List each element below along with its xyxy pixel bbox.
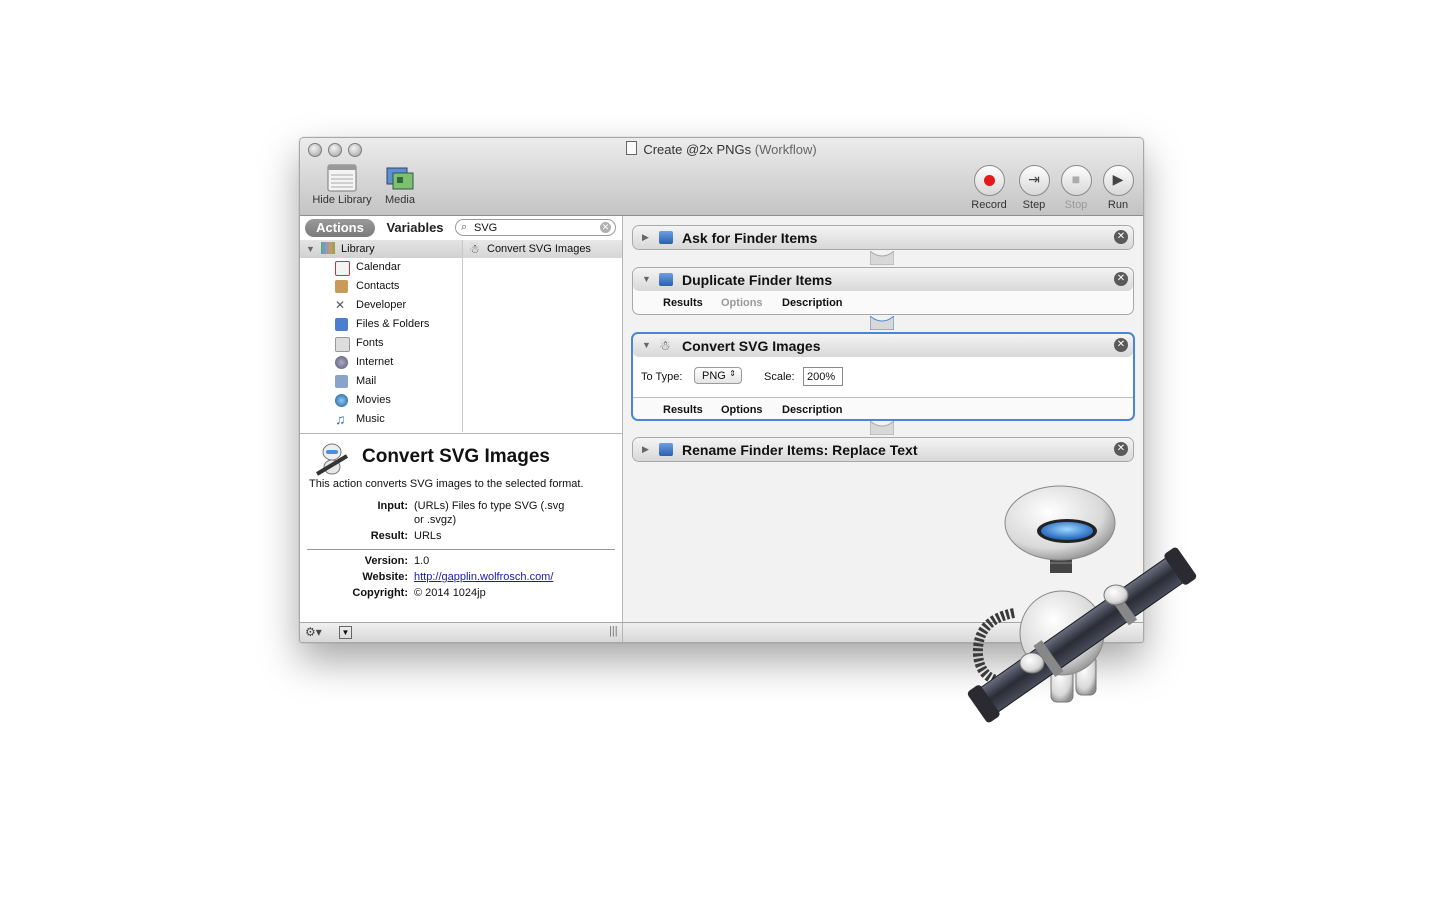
action-options: To Type: PNG ⇕ Scale: 200% <box>633 358 1133 398</box>
connector-1 <box>870 251 894 265</box>
scale-input[interactable]: 200% <box>803 367 843 386</box>
action-duplicate-finder-items[interactable]: ▼ Duplicate Finder Items ✕ Results Optio… <box>632 267 1134 315</box>
run-icon: ▶ <box>1102 165 1134 196</box>
finder-icon <box>659 231 673 244</box>
remove-action-icon[interactable]: ✕ <box>1114 442 1128 456</box>
developer-icon: ✕ <box>335 298 346 312</box>
robot-icon <box>315 443 349 476</box>
fonts-icon <box>335 337 350 352</box>
library-item-developer[interactable]: ✕ Developer <box>300 296 462 315</box>
library-root[interactable]: ▼ Library <box>300 240 462 258</box>
library-item-contacts[interactable]: Contacts <box>300 277 462 296</box>
remove-action-icon[interactable]: ✕ <box>1114 230 1128 244</box>
website-link[interactable]: http://gapplin.wolfrosch.com/ <box>414 571 584 583</box>
movies-icon <box>335 394 348 407</box>
options-tab[interactable]: Options <box>721 293 763 313</box>
result-item-convert-svg[interactable]: ☃ Convert SVG Images <box>463 240 622 258</box>
disclosure-icon[interactable]: ▶ <box>642 226 649 249</box>
action-tabs: Results Options Description <box>633 293 1133 313</box>
clear-search-icon[interactable]: ✕ <box>600 222 611 233</box>
stop-icon: ■ <box>1060 165 1092 196</box>
resize-handle-icon[interactable]: ||| <box>609 625 618 637</box>
divider <box>622 623 623 642</box>
library-icon <box>320 242 335 254</box>
description-summary: This action converts SVG images to the s… <box>309 478 584 490</box>
music-icon: ♫ <box>335 411 346 427</box>
library-list: ▼ Library Calendar Contacts ✕ Developer F… <box>300 240 463 432</box>
description-title: Convert SVG Images <box>362 446 550 467</box>
document-icon <box>626 141 638 155</box>
search-icon: ⌕ <box>461 221 468 233</box>
tab-actions[interactable]: Actions <box>305 219 375 237</box>
library-item-calendar[interactable]: Calendar <box>300 258 462 277</box>
library-item-movies[interactable]: Movies <box>300 391 462 410</box>
step-button[interactable]: ⇥ Step <box>1014 165 1054 211</box>
action-ask-for-finder-items[interactable]: ▶ Ask for Finder Items ✕ <box>632 225 1134 250</box>
results-tab[interactable]: Results <box>663 293 703 313</box>
disclosure-icon[interactable]: ▼ <box>642 334 651 357</box>
search-field[interactable]: ⌕ SVG ✕ <box>455 219 616 236</box>
remove-action-icon[interactable]: ✕ <box>1114 338 1128 352</box>
media-button[interactable]: Media <box>380 164 420 206</box>
media-icon <box>386 167 414 190</box>
disclosure-icon[interactable]: ▼ <box>642 268 651 291</box>
run-button[interactable]: ▶ Run <box>1098 165 1138 211</box>
action-rename-finder-items[interactable]: ▶ Rename Finder Items: Replace Text ✕ <box>632 437 1134 462</box>
library-pane: Actions Variables ⌕ SVG ✕ ▼ Library Cale… <box>300 216 623 622</box>
hide-library-button[interactable]: Hide Library <box>308 164 376 206</box>
automator-robot-icon <box>967 485 1197 723</box>
results-tab[interactable]: Results <box>663 400 703 420</box>
collapse-icon[interactable]: ▼ <box>339 626 352 639</box>
remove-action-icon[interactable]: ✕ <box>1114 272 1128 286</box>
contacts-icon <box>335 280 348 293</box>
record-button[interactable]: Record <box>968 165 1010 211</box>
robot-icon: ☃ <box>659 338 671 353</box>
record-icon <box>973 165 1005 196</box>
gear-icon[interactable]: ⚙▾ <box>305 625 322 639</box>
library-icon <box>327 164 357 192</box>
internet-icon <box>335 356 348 369</box>
options-tab[interactable]: Options <box>721 400 763 420</box>
title-bar: Create @2x PNGs (Workflow) Hide Library … <box>300 138 1143 216</box>
description-panel: Convert SVG Images This action converts … <box>300 433 622 622</box>
to-type-select[interactable]: PNG ⇕ <box>694 367 742 384</box>
window-title: Create @2x PNGs (Workflow) <box>300 141 1143 157</box>
description-tab[interactable]: Description <box>782 400 843 420</box>
disclosure-icon[interactable]: ▼ <box>306 244 315 254</box>
action-tabs: Results Options Description <box>633 400 1133 420</box>
stop-button[interactable]: ■ Stop <box>1056 165 1096 211</box>
updown-arrows-icon: ⇕ <box>729 369 736 378</box>
connector-2 <box>870 316 894 330</box>
mail-icon <box>335 375 348 388</box>
library-item-files-folders[interactable]: Files & Folders <box>300 315 462 334</box>
calendar-icon <box>335 261 350 276</box>
library-item-fonts[interactable]: Fonts <box>300 334 462 353</box>
description-tab[interactable]: Description <box>782 293 843 313</box>
divider <box>307 549 615 550</box>
library-item-music[interactable]: ♫ Music <box>300 410 462 429</box>
results-list: ☃ Convert SVG Images <box>463 240 622 432</box>
finder-icon <box>659 273 673 286</box>
action-convert-svg-images[interactable]: ▼ ☃ Convert SVG Images ✕ To Type: PNG ⇕ … <box>631 332 1135 421</box>
library-item-internet[interactable]: Internet <box>300 353 462 372</box>
finder-icon <box>659 443 673 456</box>
finder-icon <box>335 318 348 331</box>
search-input[interactable]: SVG <box>474 222 497 234</box>
disclosure-icon[interactable]: ▶ <box>642 438 649 461</box>
connector-3 <box>870 421 894 435</box>
tab-variables[interactable]: Variables <box>382 219 448 237</box>
step-icon: ⇥ <box>1018 165 1050 196</box>
library-item-mail[interactable]: Mail <box>300 372 462 391</box>
robot-icon: ☃ <box>469 242 480 256</box>
